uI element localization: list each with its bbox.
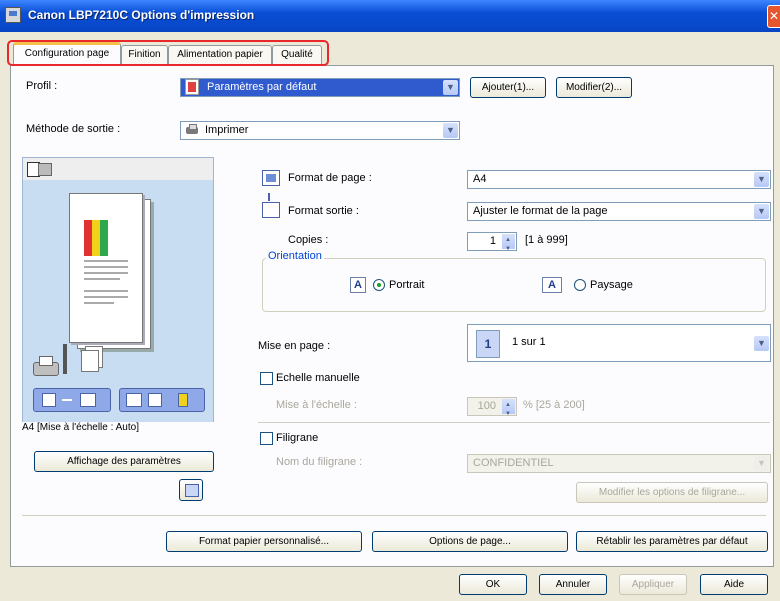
title-bar[interactable]: Canon LBP7210C Options d'impression ✕ xyxy=(0,0,780,32)
output-size-select[interactable]: Ajuster le format de la page ▼ xyxy=(467,202,771,221)
output-method-select[interactable]: Imprimer ▼ xyxy=(180,121,460,140)
preview-divider xyxy=(63,344,67,374)
portrait-icon: A xyxy=(350,277,366,293)
window-title: Canon LBP7210C Options d'impression xyxy=(28,8,255,22)
page-size-icon xyxy=(262,170,280,186)
page-size-value: A4 xyxy=(473,173,487,185)
chevron-down-icon[interactable]: ▼ xyxy=(443,80,458,95)
help-button[interactable]: Aide xyxy=(700,574,768,595)
separator xyxy=(22,515,766,516)
portrait-label[interactable]: Portrait xyxy=(389,279,424,291)
custom-paper-size-button[interactable]: Format papier personnalisé... xyxy=(166,531,362,552)
apply-button: Appliquer xyxy=(619,574,687,595)
profile-select[interactable]: Paramètres par défaut ▼ xyxy=(180,78,460,97)
layout-number-icon: 1 xyxy=(476,330,500,358)
add-profile-button[interactable]: Ajouter(1)... xyxy=(470,77,546,98)
edit-profile-button[interactable]: Modifier(2)... xyxy=(556,77,632,98)
separator xyxy=(258,422,770,423)
printer-icon xyxy=(33,356,59,376)
page-size-select[interactable]: A4 ▼ xyxy=(467,170,771,189)
copies-value: 1 xyxy=(489,235,496,247)
spinner-arrows-icon[interactable] xyxy=(502,232,515,258)
profile-label: Profil : xyxy=(26,80,58,92)
layout-icons-group-2[interactable] xyxy=(119,388,205,412)
output-size-icon xyxy=(262,193,280,219)
output-size-value: Ajuster le format de la page xyxy=(473,205,608,217)
copies-spinner[interactable]: 1 xyxy=(467,232,517,258)
landscape-icon: A xyxy=(542,277,562,293)
layout-value: 1 sur 1 xyxy=(512,336,546,348)
output-method-label: Méthode de sortie : xyxy=(26,123,121,135)
chevron-down-icon[interactable]: ▼ xyxy=(754,204,769,219)
chevron-down-icon[interactable]: ▼ xyxy=(443,123,458,138)
show-settings-button[interactable]: Affichage des paramètres xyxy=(34,451,214,472)
scale-value: 100 xyxy=(477,400,496,412)
scale-range: % [25 à 200] xyxy=(523,399,585,411)
watermark-checkbox[interactable] xyxy=(260,432,273,445)
watermark-name-label: Nom du filigrane : xyxy=(276,456,363,468)
layout-select[interactable]: 1 1 sur 1 ▼ xyxy=(467,324,771,362)
scale-label: Mise à l'échelle : xyxy=(276,399,357,411)
manual-scaling-checkbox[interactable] xyxy=(260,372,273,385)
preview-page-front xyxy=(69,193,143,343)
restore-defaults-button[interactable]: Rétablir les paramètres par défaut xyxy=(576,531,768,552)
printer-app-icon xyxy=(5,7,21,23)
tab-paper-source[interactable]: Alimentation papier xyxy=(168,45,272,65)
page-size-label: Format de page : xyxy=(288,172,372,184)
printer-icon xyxy=(185,123,199,137)
preview-caption: A4 [Mise à l'échelle : Auto] xyxy=(22,422,214,435)
profile-icon xyxy=(185,79,199,95)
preview-printer-icon[interactable] xyxy=(38,163,52,176)
tab-finition[interactable]: Finition xyxy=(121,45,168,65)
landscape-label[interactable]: Paysage xyxy=(590,279,633,291)
output-method-value: Imprimer xyxy=(205,124,249,136)
chevron-down-icon[interactable]: ▼ xyxy=(754,172,769,187)
copies-range: [1 à 999] xyxy=(525,234,568,246)
output-size-label: Format sortie : xyxy=(288,205,359,217)
page-preview xyxy=(22,157,214,433)
layout-icons-group-1[interactable] xyxy=(33,388,111,412)
paper-stack-icon xyxy=(81,346,103,372)
tab-configuration-page[interactable]: Configuration page xyxy=(13,42,121,66)
print-options-window: Canon LBP7210C Options d'impression ✕ Co… xyxy=(0,0,780,601)
edit-watermark-button: Modifier les options de filigrane... xyxy=(576,482,768,503)
scale-spinner: 100 xyxy=(467,397,517,423)
watermark-name-value: CONFIDENTIEL xyxy=(473,457,554,469)
watermark-name-select: CONFIDENTIEL ▼ xyxy=(467,454,771,473)
tab-quality[interactable]: Qualité xyxy=(272,45,322,65)
layout-label: Mise en page : xyxy=(258,340,331,352)
preview-header xyxy=(23,158,213,180)
portrait-radio[interactable] xyxy=(373,279,385,291)
close-icon[interactable]: ✕ xyxy=(767,5,780,28)
orientation-group-title: Orientation xyxy=(266,250,324,262)
manual-scaling-label[interactable]: Echelle manuelle xyxy=(276,372,360,384)
ok-button[interactable]: OK xyxy=(459,574,527,595)
spinner-arrows-icon xyxy=(502,397,515,423)
chevron-down-icon: ▼ xyxy=(754,456,769,471)
orientation-group xyxy=(262,258,766,312)
landscape-radio[interactable] xyxy=(574,279,586,291)
copies-label: Copies : xyxy=(288,234,329,246)
page-options-button[interactable]: Options de page... xyxy=(372,531,568,552)
profile-value: Paramètres par défaut xyxy=(207,81,317,93)
watermark-label[interactable]: Filigrane xyxy=(276,432,318,444)
cancel-button[interactable]: Annuler xyxy=(539,574,607,595)
chevron-down-icon[interactable]: ▼ xyxy=(754,336,769,351)
printer-settings-icon[interactable] xyxy=(179,479,203,501)
